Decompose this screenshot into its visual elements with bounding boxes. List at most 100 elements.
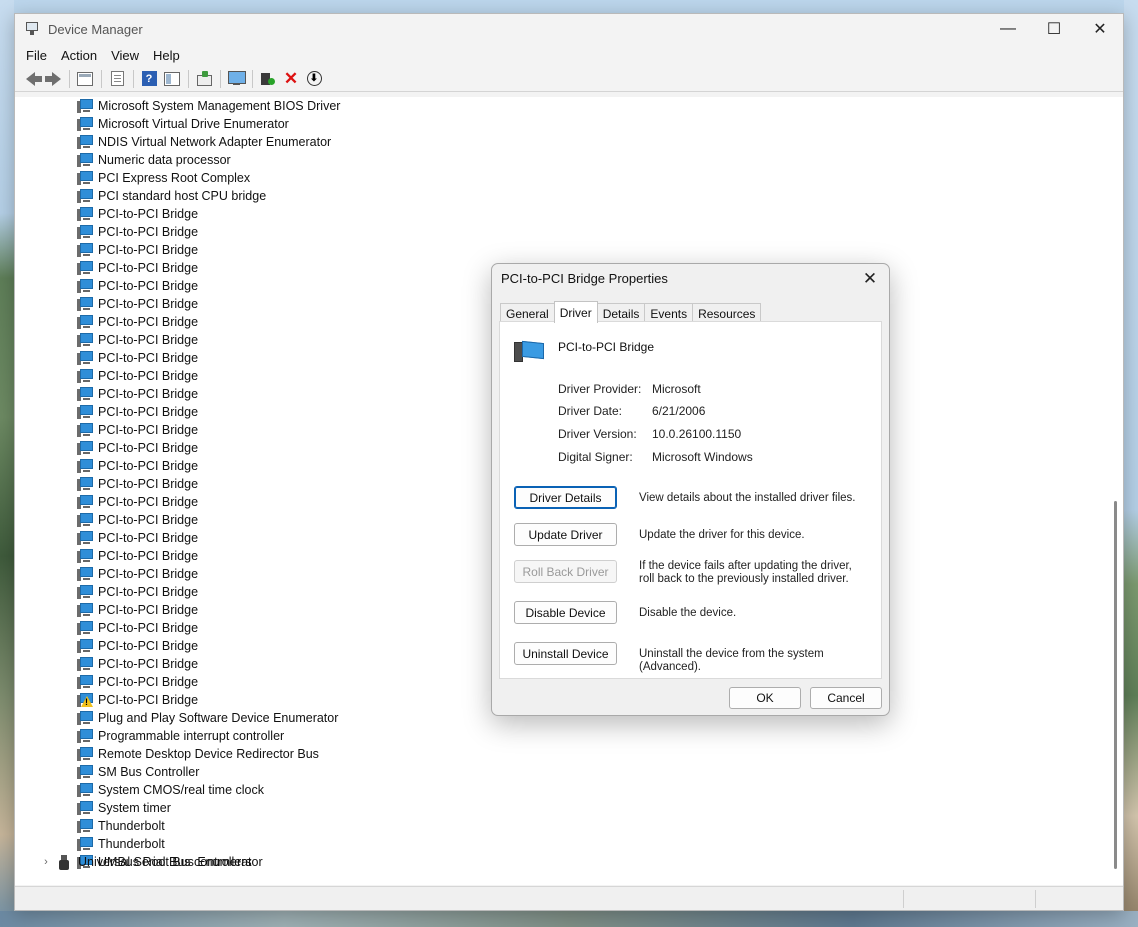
- tree-item-label: PCI-to-PCI Bridge: [98, 279, 199, 293]
- tree-item[interactable]: PCI-to-PCI Bridge: [77, 655, 198, 673]
- action-pane-button[interactable]: [161, 68, 183, 90]
- tree-item[interactable]: PCI-to-PCI Bridge: [77, 565, 198, 583]
- dialog-close-button[interactable]: ✕: [859, 268, 881, 290]
- chevron-right-icon[interactable]: ›: [39, 856, 53, 868]
- roll-back-driver-button[interactable]: Roll Back Driver: [514, 560, 617, 583]
- tree-item[interactable]: Numeric data processor: [77, 151, 231, 169]
- toolbar-separator: [101, 69, 102, 88]
- back-button[interactable]: [19, 68, 42, 90]
- system-device-icon: [77, 333, 93, 347]
- scan-hardware-button[interactable]: [193, 68, 215, 90]
- add-driver-button[interactable]: [257, 68, 279, 90]
- tab-events[interactable]: Events: [644, 303, 694, 323]
- close-button[interactable]: ✕: [1077, 14, 1123, 44]
- tree-item-label: NDIS Virtual Network Adapter Enumerator: [98, 135, 332, 149]
- tree-item[interactable]: PCI-to-PCI Bridge: [77, 691, 198, 709]
- tree-category-usb[interactable]: › Universal Serial Bus controllers: [39, 853, 252, 871]
- tree-item[interactable]: System CMOS/real time clock: [77, 781, 264, 799]
- tree-item[interactable]: PCI-to-PCI Bridge: [77, 619, 198, 637]
- system-device-icon: [77, 657, 93, 671]
- tree-item[interactable]: PCI-to-PCI Bridge: [77, 223, 198, 241]
- tree-item[interactable]: PCI-to-PCI Bridge: [77, 457, 198, 475]
- tree-item[interactable]: System timer: [77, 799, 171, 817]
- tree-item[interactable]: Microsoft Virtual Drive Enumerator: [77, 115, 289, 133]
- driver-details-button[interactable]: Driver Details: [514, 486, 617, 509]
- tree-item-label: PCI-to-PCI Bridge: [98, 657, 199, 671]
- tree-item[interactable]: Plug and Play Software Device Enumerator: [77, 709, 338, 727]
- help-button[interactable]: ?: [138, 68, 160, 90]
- tree-item[interactable]: PCI-to-PCI Bridge: [77, 601, 198, 619]
- minimize-button[interactable]: —: [985, 14, 1031, 44]
- menu-help[interactable]: Help: [146, 48, 187, 63]
- ok-button[interactable]: OK: [729, 687, 801, 709]
- cancel-button[interactable]: Cancel: [810, 687, 882, 709]
- update-driver-button[interactable]: ⬇: [303, 68, 325, 90]
- vertical-scrollbar[interactable]: [1107, 97, 1123, 885]
- tree-item[interactable]: Remote Desktop Device Redirector Bus: [77, 745, 319, 763]
- disable-device-button[interactable]: Disable Device: [514, 601, 617, 624]
- show-hide-console-tree-button[interactable]: [74, 68, 96, 90]
- tree-item[interactable]: PCI-to-PCI Bridge: [77, 385, 198, 403]
- tree-item[interactable]: PCI-to-PCI Bridge: [77, 403, 198, 421]
- tree-item[interactable]: PCI Express Root Complex: [77, 169, 250, 187]
- tree-item-label: Numeric data processor: [98, 153, 231, 167]
- tree-item[interactable]: PCI-to-PCI Bridge: [77, 205, 198, 223]
- tree-item-label: PCI-to-PCI Bridge: [98, 315, 199, 329]
- toolbar-separator: [252, 69, 253, 88]
- tree-item[interactable]: PCI-to-PCI Bridge: [77, 277, 198, 295]
- tree-item[interactable]: Microsoft System Management BIOS Driver: [77, 97, 340, 115]
- status-divider: [1035, 890, 1036, 908]
- uninstall-device-button[interactable]: ✕: [280, 68, 302, 90]
- tree-item[interactable]: PCI-to-PCI Bridge: [77, 673, 198, 691]
- uninstall-device-button[interactable]: Uninstall Device: [514, 642, 617, 665]
- tree-item[interactable]: PCI-to-PCI Bridge: [77, 637, 198, 655]
- system-device-icon: [77, 711, 93, 725]
- properties-button[interactable]: [106, 68, 128, 90]
- tree-item[interactable]: NDIS Virtual Network Adapter Enumerator: [77, 133, 331, 151]
- tree-item[interactable]: PCI-to-PCI Bridge: [77, 313, 198, 331]
- maximize-button[interactable]: ☐: [1031, 14, 1077, 44]
- system-device-icon: [77, 531, 93, 545]
- tree-item-label: Thunderbolt: [98, 819, 165, 833]
- tree-item[interactable]: PCI-to-PCI Bridge: [77, 421, 198, 439]
- tree-item[interactable]: PCI-to-PCI Bridge: [77, 241, 198, 259]
- tree-item-label: PCI-to-PCI Bridge: [98, 261, 199, 275]
- uninstall-device-description: Uninstall the device from the system (Ad…: [639, 648, 824, 673]
- system-device-icon: [77, 837, 93, 851]
- tree-item-label: Remote Desktop Device Redirector Bus: [98, 747, 319, 761]
- system-device-icon: [77, 747, 93, 761]
- tree-item[interactable]: SM Bus Controller: [77, 763, 199, 781]
- tree-item[interactable]: PCI-to-PCI Bridge: [77, 367, 198, 385]
- system-device-icon: [77, 567, 93, 581]
- tab-details[interactable]: Details: [596, 303, 646, 323]
- tree-item[interactable]: PCI-to-PCI Bridge: [77, 349, 198, 367]
- tree-item[interactable]: PCI standard host CPU bridge: [77, 187, 266, 205]
- tree-item[interactable]: PCI-to-PCI Bridge: [77, 493, 198, 511]
- tree-item[interactable]: Thunderbolt: [77, 817, 165, 835]
- tab-resources[interactable]: Resources: [692, 303, 762, 323]
- tree-item[interactable]: PCI-to-PCI Bridge: [77, 259, 198, 277]
- back-icon: [25, 71, 42, 86]
- tree-item[interactable]: Thunderbolt: [77, 835, 165, 853]
- tree-item-label: PCI-to-PCI Bridge: [98, 351, 199, 365]
- title-bar[interactable]: Device Manager — ☐ ✕: [15, 14, 1123, 44]
- menu-file[interactable]: File: [19, 48, 54, 63]
- tree-item[interactable]: Programmable interrupt controller: [77, 727, 284, 745]
- tree-item-label: PCI-to-PCI Bridge: [98, 639, 199, 653]
- update-driver-button[interactable]: Update Driver: [514, 523, 617, 546]
- tree-item[interactable]: PCI-to-PCI Bridge: [77, 511, 198, 529]
- tree-item[interactable]: PCI-to-PCI Bridge: [77, 475, 198, 493]
- tree-item[interactable]: PCI-to-PCI Bridge: [77, 583, 198, 601]
- menu-action[interactable]: Action: [54, 48, 104, 63]
- tree-item[interactable]: PCI-to-PCI Bridge: [77, 295, 198, 313]
- tree-item[interactable]: PCI-to-PCI Bridge: [77, 529, 198, 547]
- menu-view[interactable]: View: [104, 48, 146, 63]
- tab-driver[interactable]: Driver: [553, 301, 598, 323]
- tree-item[interactable]: PCI-to-PCI Bridge: [77, 439, 198, 457]
- tab-general[interactable]: General: [500, 303, 555, 323]
- tree-item[interactable]: PCI-to-PCI Bridge: [77, 547, 198, 565]
- forward-button[interactable]: [42, 68, 64, 90]
- tree-item[interactable]: PCI-to-PCI Bridge: [77, 331, 198, 349]
- scrollbar-thumb[interactable]: [1114, 501, 1117, 869]
- monitor-button[interactable]: [225, 68, 247, 90]
